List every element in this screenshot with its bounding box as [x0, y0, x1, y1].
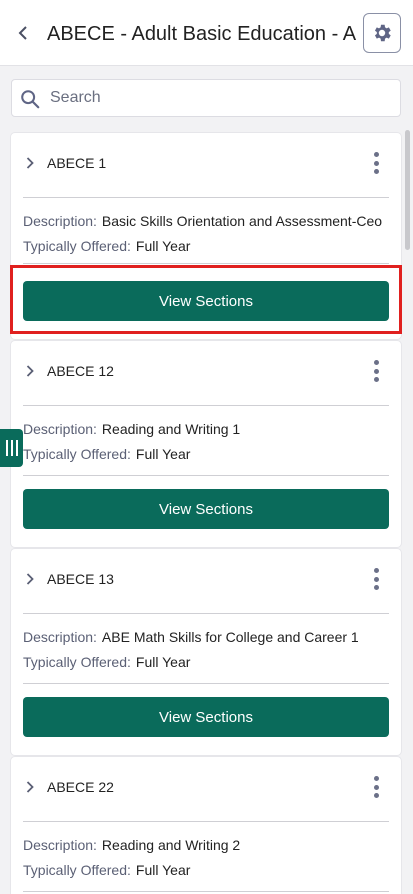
search-icon [21, 90, 40, 109]
view-sections-button[interactable]: View Sections [23, 281, 389, 321]
dot [373, 568, 379, 573]
settings-button[interactable] [363, 13, 401, 53]
expand-button[interactable] [23, 569, 37, 589]
offered-label: Typically Offered: [23, 654, 131, 670]
gear-icon [374, 24, 391, 42]
dot [373, 776, 379, 781]
offered-value: Full Year [135, 446, 191, 462]
course-title: ABECE 13 [47, 571, 114, 587]
divider [23, 475, 389, 476]
divider [23, 613, 389, 614]
divider [23, 405, 389, 406]
offered-label: Typically Offered: [23, 238, 131, 254]
description-row: Description: Reading and Writing 1 [23, 421, 240, 437]
description-row: Description: ABE Math Skills for College … [23, 629, 359, 645]
dot [373, 377, 379, 382]
view-sections-button[interactable]: View Sections [23, 489, 389, 529]
search-input[interactable] [50, 80, 390, 116]
offered-value: Full Year [135, 238, 191, 254]
offered-value: Full Year [135, 862, 191, 878]
offered-row: Typically Offered: Full Year [23, 654, 190, 670]
app-header: ABECE - Adult Basic Education - ABECE [0, 0, 413, 66]
expand-button[interactable] [23, 153, 37, 173]
handle-bar [5, 440, 8, 456]
description-label: Description: [23, 837, 97, 853]
dot [373, 169, 379, 174]
search-field[interactable] [11, 79, 401, 117]
more-options-button[interactable] [368, 565, 384, 593]
dot [373, 152, 379, 157]
description-row: Description: Basic Skills Orientation and… [23, 213, 382, 229]
description-value: Reading and Writing 2 [101, 837, 241, 853]
description-value: ABE Math Skills for College and Career 1 [101, 629, 359, 645]
description-value: Basic Skills Orientation and Assessment-… [101, 213, 383, 229]
chevron-right-icon [26, 781, 34, 793]
description-label: Description: [23, 213, 97, 229]
dot [373, 793, 379, 798]
dot [373, 160, 379, 166]
course-title: ABECE 22 [47, 779, 114, 795]
handle-bar [15, 440, 18, 456]
divider [23, 197, 389, 198]
description-row: Description: Reading and Writing 2 [23, 837, 240, 853]
divider [23, 821, 389, 822]
expand-button[interactable] [23, 777, 37, 797]
offered-label: Typically Offered: [23, 446, 131, 462]
offered-row: Typically Offered: Full Year [23, 862, 190, 878]
divider [23, 683, 389, 684]
more-options-button[interactable] [368, 149, 384, 177]
back-button[interactable] [12, 20, 34, 46]
course-title: ABECE 12 [47, 363, 114, 379]
divider [23, 891, 389, 892]
dot [373, 368, 379, 374]
course-card: ABECE 22 Description: Reading and Writing… [11, 757, 401, 894]
offered-row: Typically Offered: Full Year [23, 446, 190, 462]
more-options-button[interactable] [368, 773, 384, 801]
description-value: Reading and Writing 1 [101, 421, 241, 437]
course-title: ABECE 1 [47, 155, 107, 171]
drawer-toggle-button[interactable] [0, 429, 23, 467]
chevron-right-icon [26, 157, 34, 169]
dot [373, 784, 379, 790]
offered-value: Full Year [135, 654, 191, 670]
offered-label: Typically Offered: [23, 862, 131, 878]
expand-button[interactable] [23, 361, 37, 381]
handle-bar [10, 440, 13, 456]
chevron-right-icon [26, 573, 34, 585]
dot [373, 360, 379, 365]
more-options-button[interactable] [368, 357, 384, 385]
course-card: ABECE 1 Description: Basic Skills Orienta… [11, 133, 401, 339]
scrollbar[interactable] [405, 130, 410, 250]
description-label: Description: [23, 629, 97, 645]
course-card: ABECE 13 Description: ABE Math Skills for… [11, 549, 401, 755]
dot [373, 576, 379, 582]
view-sections-button[interactable]: View Sections [23, 697, 389, 737]
dot [373, 585, 379, 590]
course-card: ABECE 12 Description: Reading and Writing… [11, 341, 401, 547]
divider [23, 263, 389, 264]
chevron-right-icon [26, 365, 34, 377]
offered-row: Typically Offered: Full Year [23, 238, 190, 254]
description-label: Description: [23, 421, 97, 437]
page-title: ABECE - Adult Basic Education - ABECE [47, 23, 357, 45]
chevron-left-icon [18, 26, 27, 40]
